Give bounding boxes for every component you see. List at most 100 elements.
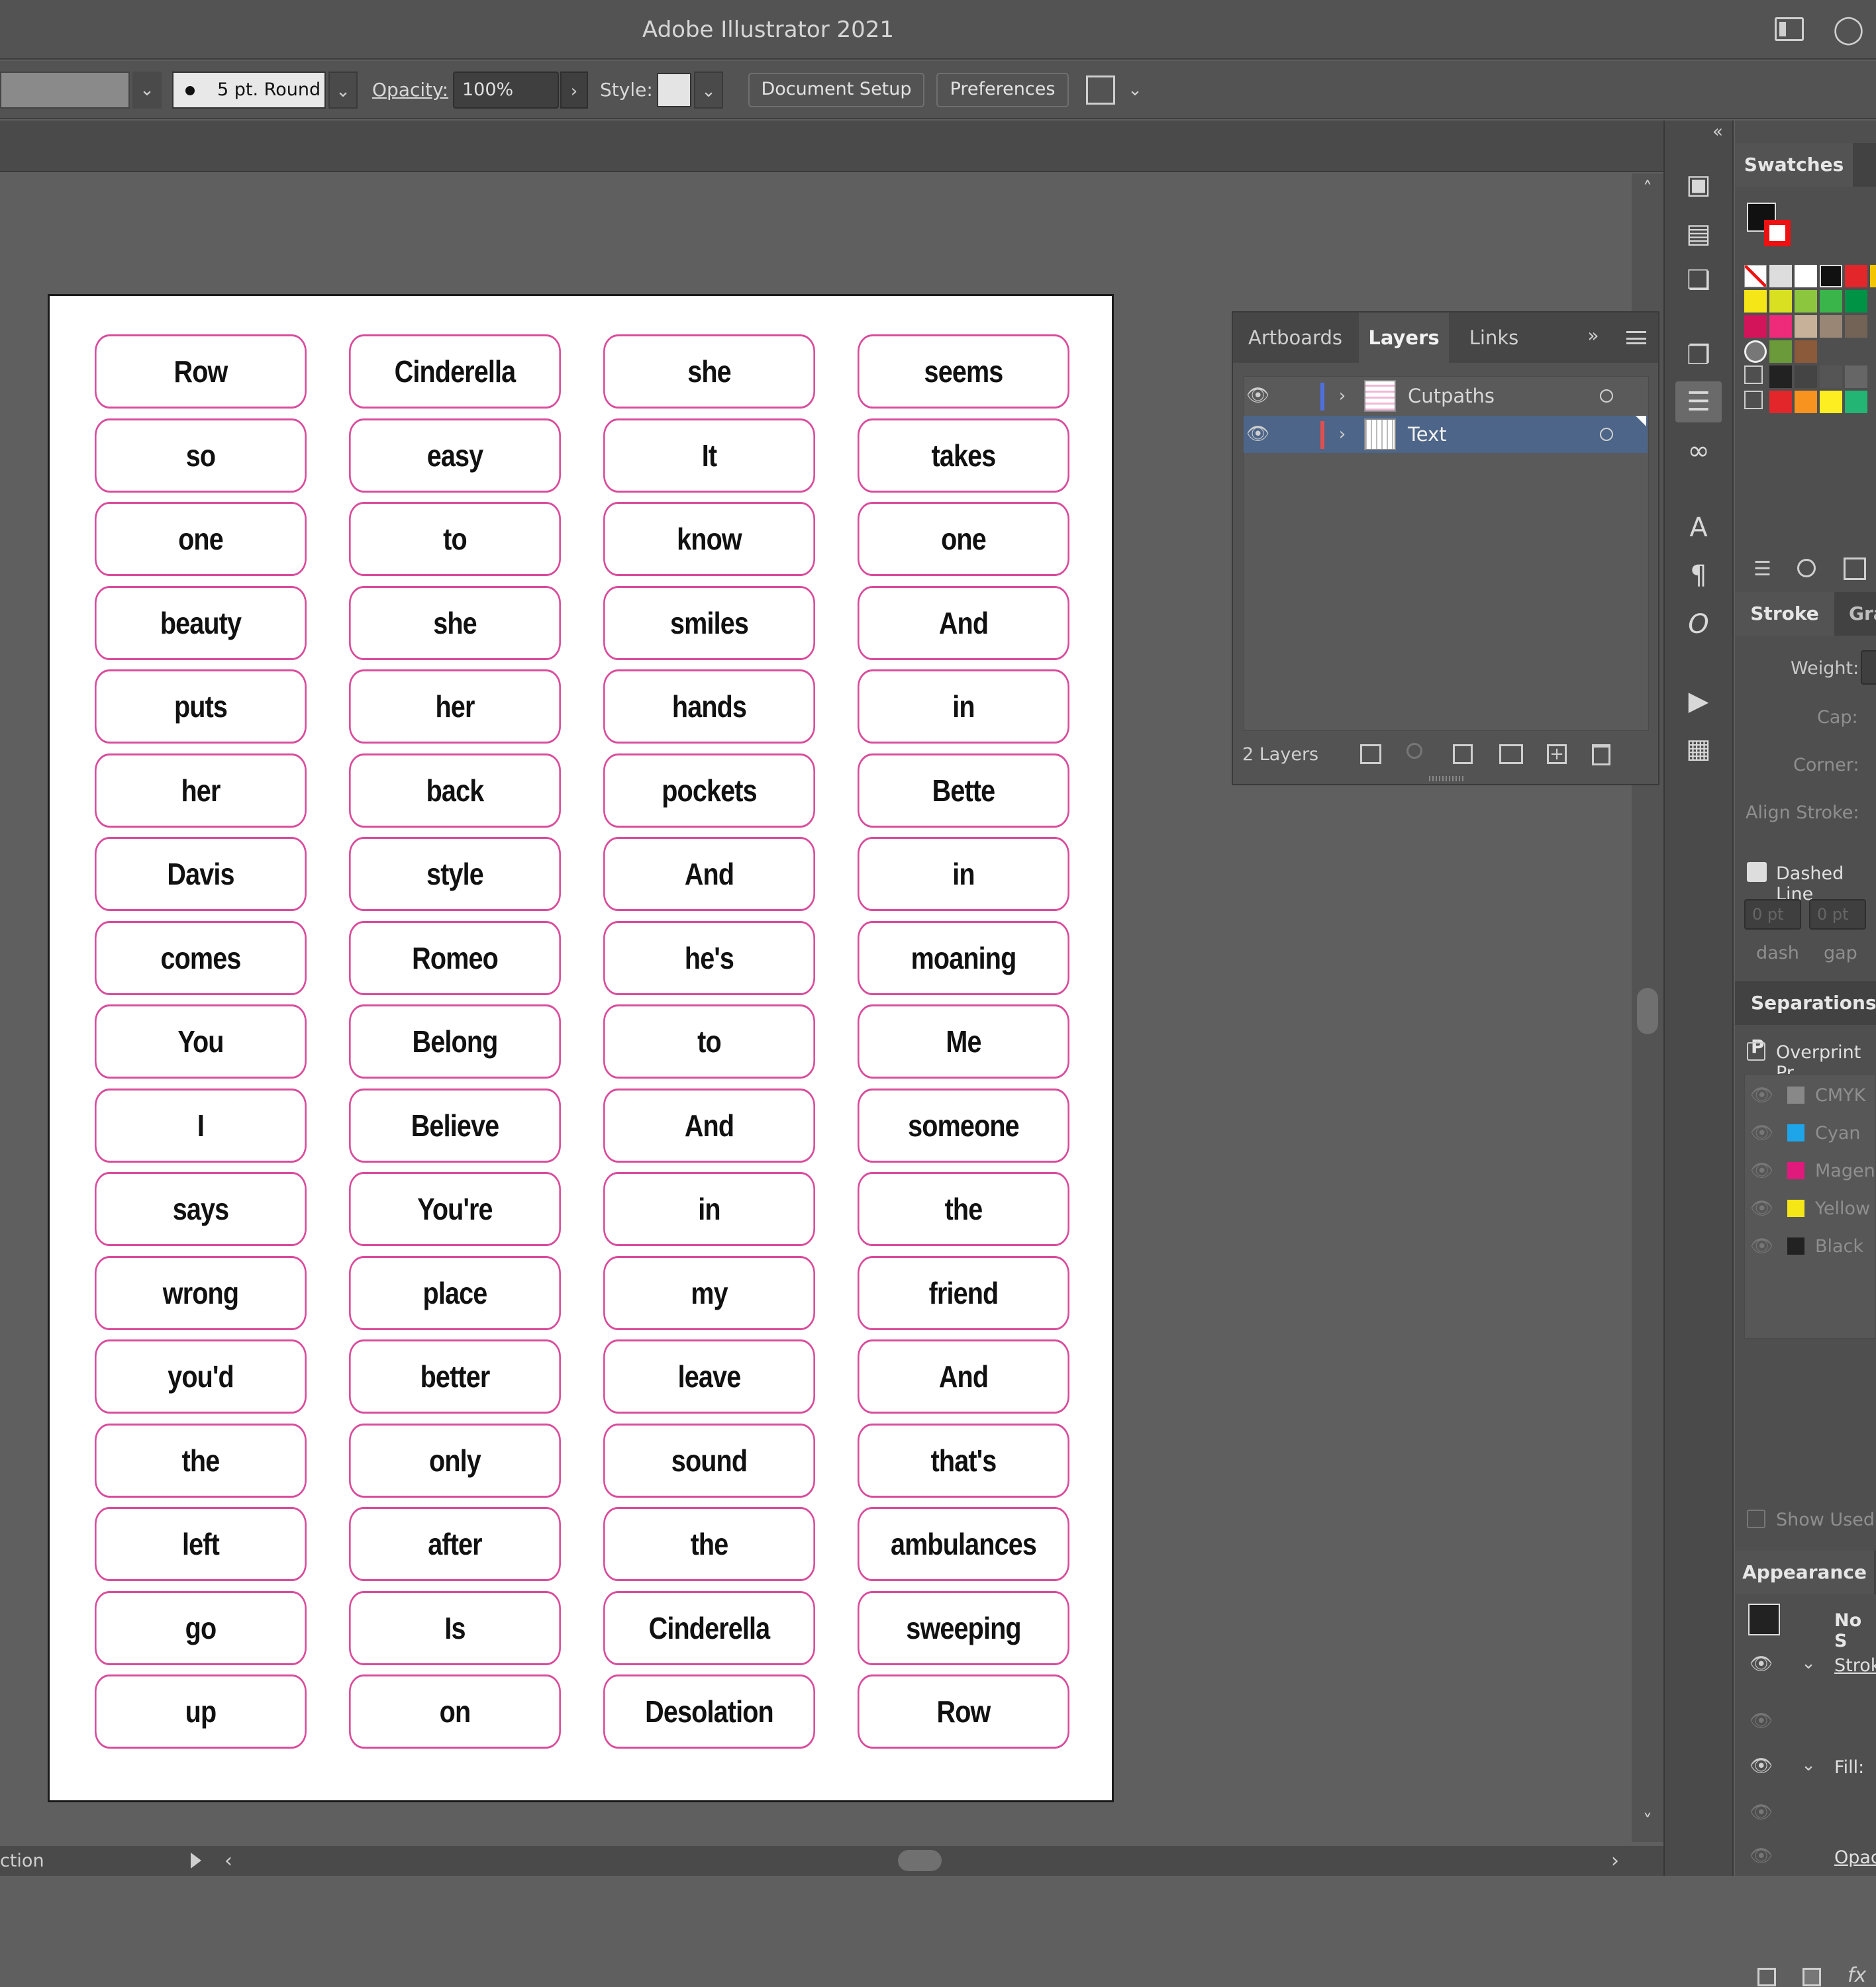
- tab-gradient[interactable]: Gra: [1849, 592, 1876, 636]
- eye-icon[interactable]: 👁: [1246, 384, 1270, 406]
- import-swatches-icon[interactable]: [1844, 557, 1866, 580]
- eye-icon[interactable]: 👁: [1750, 1710, 1773, 1731]
- word-tile[interactable]: in: [858, 837, 1069, 911]
- word-tile[interactable]: sweeping: [858, 1590, 1069, 1665]
- eye-icon[interactable]: 👁: [1750, 1801, 1773, 1823]
- word-tile[interactable]: leave: [603, 1339, 815, 1414]
- word-tile[interactable]: one: [858, 502, 1069, 576]
- plate-row[interactable]: 👁 CMYK: [1745, 1079, 1876, 1112]
- stroke-swatch[interactable]: [1764, 220, 1791, 246]
- word-tile[interactable]: left: [95, 1507, 307, 1581]
- word-tile[interactable]: sound: [603, 1423, 815, 1498]
- dash-input[interactable]: 0 pt: [1744, 899, 1801, 930]
- appearance-stroke-label[interactable]: Strok: [1834, 1655, 1876, 1676]
- word-tile[interactable]: know: [603, 502, 815, 576]
- word-tile[interactable]: Romeo: [349, 920, 561, 995]
- word-tile[interactable]: she: [349, 585, 561, 660]
- horizontal-scrollbar[interactable]: ction ‹ ›: [0, 1846, 1663, 1876]
- word-tile[interactable]: the: [858, 1172, 1069, 1246]
- plate-row[interactable]: 👁 Magen: [1745, 1154, 1876, 1187]
- chevron-down-icon[interactable]: ⌄: [694, 72, 723, 109]
- word-tile[interactable]: moaning: [858, 920, 1069, 995]
- chevron-down-icon[interactable]: ⌄: [1799, 1650, 1818, 1676]
- chevron-down-icon[interactable]: ˅: [1634, 1810, 1661, 1837]
- show-used-checkbox[interactable]: [1747, 1510, 1765, 1528]
- word-tile[interactable]: my: [603, 1255, 815, 1330]
- tab-links[interactable]: Links: [1449, 313, 1539, 363]
- word-tile[interactable]: up: [95, 1674, 307, 1749]
- pathfinder-panel-icon[interactable]: ❐: [1678, 335, 1719, 376]
- clipping-mask-icon[interactable]: [1453, 744, 1473, 764]
- word-tile[interactable]: after: [349, 1507, 561, 1581]
- word-tile[interactable]: wrong: [95, 1255, 307, 1330]
- word-tile[interactable]: only: [349, 1423, 561, 1498]
- word-tile[interactable]: puts: [95, 669, 307, 744]
- opacity-input[interactable]: 100%: [453, 72, 559, 109]
- arrange-icon[interactable]: [1086, 75, 1115, 105]
- word-tile[interactable]: she: [603, 334, 815, 409]
- word-tile[interactable]: smiles: [603, 585, 815, 660]
- add-stroke-icon[interactable]: [1757, 1968, 1776, 1986]
- word-tile[interactable]: back: [349, 753, 561, 828]
- chevron-down-icon[interactable]: ⌄: [1799, 1752, 1818, 1778]
- fx-icon[interactable]: fx: [1848, 1964, 1866, 1987]
- play-icon[interactable]: [191, 1853, 201, 1868]
- word-tile[interactable]: And: [603, 837, 815, 911]
- search-icon[interactable]: [1407, 743, 1422, 759]
- gap-input[interactable]: 0 pt: [1809, 899, 1866, 930]
- target-icon[interactable]: [1600, 389, 1613, 403]
- workspace-switcher-icon[interactable]: [1775, 17, 1804, 41]
- chevron-right-icon[interactable]: ›: [1605, 1846, 1625, 1876]
- word-tile[interactable]: the: [95, 1423, 307, 1498]
- word-tile[interactable]: to: [603, 1004, 815, 1079]
- word-tile[interactable]: Davis: [95, 837, 307, 911]
- word-tile[interactable]: I: [95, 1088, 307, 1163]
- word-tile[interactable]: pockets: [603, 753, 815, 828]
- tab-swatches[interactable]: Swatches: [1735, 143, 1853, 187]
- eye-icon[interactable]: 👁: [1750, 1235, 1774, 1257]
- word-tile[interactable]: on: [349, 1674, 561, 1749]
- chevron-right-icon[interactable]: ›: [560, 72, 588, 109]
- word-tile[interactable]: you'd: [95, 1339, 307, 1414]
- word-tile[interactable]: You: [95, 1004, 307, 1079]
- expand-panel-icon[interactable]: »: [1580, 324, 1606, 346]
- word-tile[interactable]: he's: [603, 920, 815, 995]
- asset-export-panel-icon[interactable]: ▦: [1678, 728, 1719, 769]
- layers-panel-icon[interactable]: ☰: [1675, 381, 1722, 422]
- word-tile[interactable]: Bette: [858, 753, 1069, 828]
- opacity-label[interactable]: Opacity:: [372, 73, 448, 107]
- eye-icon[interactable]: 👁: [1246, 422, 1270, 444]
- transform-panel-icon[interactable]: ❏: [1678, 260, 1719, 301]
- tab-artboards[interactable]: Artboards: [1233, 313, 1358, 363]
- plate-row[interactable]: 👁 Cyan: [1745, 1116, 1876, 1149]
- scroll-thumb[interactable]: [1637, 988, 1658, 1034]
- overprint-checkbox[interactable]: [1747, 1042, 1765, 1061]
- word-tile[interactable]: better: [349, 1339, 561, 1414]
- chevron-down-icon[interactable]: ⌄: [328, 72, 358, 109]
- document-setup-button[interactable]: Document Setup: [748, 73, 924, 107]
- stroke-color-well[interactable]: [0, 72, 130, 109]
- word-tile[interactable]: go: [95, 1590, 307, 1665]
- word-tile[interactable]: someone: [858, 1088, 1069, 1163]
- opentype-panel-icon[interactable]: O: [1678, 604, 1719, 645]
- plate-row[interactable]: 👁 Yellow: [1745, 1192, 1876, 1225]
- word-tile[interactable]: You're: [349, 1172, 561, 1246]
- chevron-right-icon[interactable]: ›: [1332, 416, 1352, 453]
- panel-menu-icon[interactable]: [1626, 331, 1646, 344]
- word-tile[interactable]: so: [95, 418, 307, 493]
- character-panel-icon[interactable]: A: [1678, 507, 1719, 548]
- word-tile[interactable]: Cinderella: [349, 334, 561, 409]
- trash-icon[interactable]: [1592, 744, 1610, 765]
- word-tile[interactable]: It: [603, 418, 815, 493]
- word-tile[interactable]: Believe: [349, 1088, 561, 1163]
- layer-row-cutpaths[interactable]: 👁 › Cutpaths: [1244, 377, 1648, 414]
- eye-icon[interactable]: 👁: [1750, 1122, 1774, 1143]
- new-sublayer-icon[interactable]: [1499, 744, 1523, 764]
- word-tile[interactable]: Row: [858, 1674, 1069, 1749]
- layer-row-text[interactable]: 👁 › Text: [1244, 416, 1648, 453]
- stroke-profile-select[interactable]: 5 pt. Round: [172, 72, 326, 109]
- eye-icon[interactable]: 👁: [1750, 1197, 1774, 1219]
- show-kinds-icon[interactable]: [1797, 559, 1816, 577]
- paragraph-panel-icon[interactable]: ¶: [1678, 555, 1719, 596]
- lightbulb-icon[interactable]: ◯: [1833, 12, 1864, 46]
